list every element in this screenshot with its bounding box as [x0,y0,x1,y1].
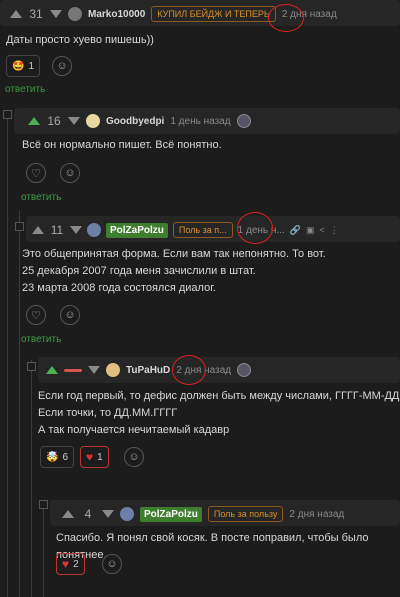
emoji-add-icon: ☺ [106,558,118,570]
thread-line [31,360,32,597]
heart-icon: ♥ [86,450,94,464]
comment-header: 4 PolZaPolzu Поль за пользу 2 дня назад [50,500,400,526]
upvote-icon[interactable] [46,366,58,374]
reaction-button[interactable]: 🤯 6 [40,446,75,468]
add-reaction-button[interactable]: ☺ [124,447,144,467]
user-badge: КУПИЛ БЕЙДЖ И ТЕПЕРЬ [151,6,276,22]
downvote-icon[interactable] [102,510,114,518]
collapse-toggle[interactable] [15,222,24,231]
comment-header: 11 PolZaPolzu Поль за п... 1 день н... 🔗… [26,216,400,242]
comment-line: 23 марта 2008 года состоялся диалог. [22,282,216,294]
upvote-icon[interactable] [32,226,44,234]
username[interactable]: PolZaPolzu [140,506,202,522]
emoji-icon: 🤯 [46,451,59,463]
like-count: 1 [97,451,103,463]
collapse-toggle[interactable] [27,362,36,371]
comment-text: Если год первый, то дефис должен быть ме… [38,388,399,439]
upvote-icon[interactable] [10,10,22,18]
comment-header: TuPaHuD 2 дня назад [38,357,400,383]
heart-icon: ♥ [62,557,70,571]
downvote-icon[interactable] [50,10,62,18]
add-reaction-button[interactable]: ☺ [52,56,72,76]
comment-text: Всё он нормально пишет. Всё понятно. [22,139,222,151]
comment-score: 4 [84,507,92,521]
user-badge: Поль за п... [172,222,233,238]
red-circle-annotation [268,4,304,32]
add-reaction-button[interactable]: ☺ [102,554,122,574]
emoji-add-icon: ☺ [64,309,76,321]
comment-line: Если точки, то ДД.ММ.ГГГГ [38,407,178,419]
avatar[interactable] [87,223,101,237]
collapse-toggle[interactable] [3,110,12,119]
more-icon[interactable]: ⋮ [330,225,339,236]
user-badge: Поль за пользу [207,506,284,522]
emoji-add-icon: ☺ [128,451,140,463]
comment-score: 31 [29,7,43,21]
downvote-icon[interactable] [68,117,80,125]
comment-score: 11 [50,223,64,237]
reaction-button[interactable]: 🤩 1 [6,55,41,77]
add-reaction-button[interactable]: ☺ [60,163,80,183]
award-icon [236,114,251,128]
comment-line: Если год первый, то дефис должен быть ме… [38,390,400,402]
comment-header: 16 Goodbyedpi 1 день назад [14,108,400,134]
like-button[interactable]: ♥ 2 [56,553,85,575]
username[interactable]: PolZaPolzu [106,222,168,238]
thread-line [19,210,20,597]
comment-header: 31 Marko10000 КУПИЛ БЕЙДЖ И ТЕПЕРЬ 2 дня… [0,0,400,26]
timestamp[interactable]: 2 дня назад [289,509,344,520]
comment-text: Даты просто хуево пишешь)) [6,34,154,46]
avatar[interactable] [86,114,100,128]
like-button[interactable]: ♡ [26,305,46,325]
reply-link[interactable]: ответить [21,192,61,203]
comment-line: А так получается нечитаемый кадавр [38,424,230,436]
avatar[interactable] [106,363,120,377]
award-icon [237,363,252,377]
upvote-icon[interactable] [62,510,74,518]
comment-text: Это общепринятая форма. Если вам так неп… [22,246,326,297]
red-circle-annotation [172,355,206,385]
username[interactable]: TuPaHuD [126,365,170,376]
bookmark-icon[interactable]: ▣ [306,225,315,236]
comment-score: 16 [47,114,61,128]
username[interactable]: Marko10000 [88,9,145,20]
red-circle-annotation [237,212,273,244]
reply-link[interactable]: ответить [21,334,61,345]
downvote-icon[interactable] [88,366,100,374]
emoji-add-icon: ☺ [56,60,68,72]
share-icon[interactable]: < [319,225,324,235]
avatar[interactable] [68,7,82,21]
heart-icon: ♡ [31,309,41,322]
heart-icon: ♡ [31,167,41,180]
reaction-count: 1 [28,60,35,72]
like-button[interactable]: ♡ [26,163,46,183]
thread-line [7,112,8,597]
downvote-icon[interactable] [70,226,82,234]
like-button[interactable]: ♥ 1 [80,446,109,468]
thread-line [43,500,44,597]
emoji-icon: 🤩 [12,60,25,72]
timestamp[interactable]: 1 день назад [170,116,230,127]
emoji-add-icon: ☺ [64,167,76,179]
link-icon[interactable]: 🔗 [290,225,301,236]
score-bar [64,368,82,372]
comment-line: Это общепринятая форма. Если вам так неп… [22,248,326,260]
add-reaction-button[interactable]: ☺ [60,305,80,325]
like-count: 2 [73,558,79,570]
avatar[interactable] [120,507,134,521]
reaction-count: 6 [62,451,69,463]
comment-line: 25 декабря 2007 года меня зачислили в шт… [22,265,256,277]
reply-link[interactable]: ответить [5,84,45,95]
upvote-icon[interactable] [28,117,40,125]
username[interactable]: Goodbyedpi [106,116,164,127]
collapse-toggle[interactable] [39,500,48,509]
